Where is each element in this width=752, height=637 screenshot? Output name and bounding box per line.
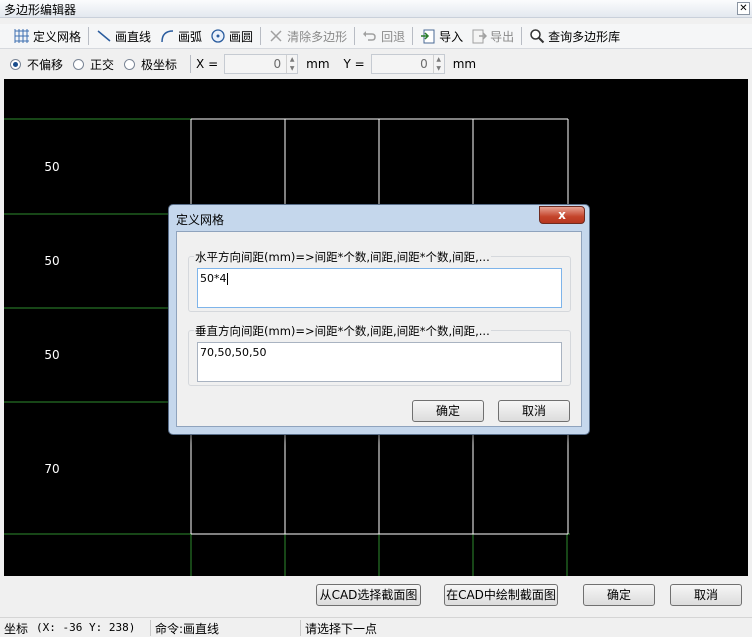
horizontal-spacing-label: 水平方向间距(mm)=>间距*个数,间距,间距*个数,间距,... [194,249,491,265]
define-grid-label: 定义网格 [33,29,82,44]
prompt-status: 请选择下一点 [305,622,378,636]
define-grid-button[interactable]: 定义网格 [10,25,85,47]
toolbar-divider [354,27,356,45]
radio-unselected-icon [73,58,85,70]
search-icon [530,29,545,44]
clear-polygon-button[interactable]: 清除多边形 [264,25,351,47]
y-coordinate-spinner[interactable]: 0 ▲ ▼ [370,54,445,74]
line-icon [97,30,111,42]
coordinate-value: (X: -36 Y: 238) [36,621,136,634]
status-divider [300,620,301,636]
select-from-cad-button[interactable]: 从CAD选择截面图 [316,584,421,606]
mode-no-offset-label: 不偏移 [27,57,64,72]
toolbar-divider [260,27,262,45]
y-label: Y = [343,57,365,71]
draw-arc-label: 画弧 [178,29,203,44]
toolbar-divider [412,27,414,45]
coordinate-label: 坐标 [4,622,29,636]
query-polygon-library-label: 查询多边形库 [548,29,621,44]
circle-icon [211,29,225,43]
mode-polar-label: 极坐标 [141,57,178,72]
draw-circle-button[interactable]: 画圆 [206,25,257,47]
title-bar: 多边形编辑器 ✕ [0,0,752,18]
dialog-title: 定义网格 [176,213,225,227]
window-close-button[interactable]: ✕ [737,2,750,15]
undo-label: 回退 [381,29,406,44]
export-label: 导出 [490,29,515,44]
clear-icon [270,30,282,42]
vertical-spacing-input[interactable]: 70,50,50,50 [197,342,562,382]
dialog-close-button[interactable]: x [539,206,585,224]
window-title: 多边形编辑器 [4,3,77,17]
undo-icon [363,31,376,41]
option-bar: 不偏移 正交 极坐标 X = 0 ▲ ▼ mm Y = 0 ▲ ▼ mm [0,50,752,78]
x-label: X = [196,57,219,71]
dialog-ok-button[interactable]: 确定 [412,400,484,422]
option-divider [190,55,192,73]
x-unit: mm [306,57,330,71]
main-cancel-button[interactable]: 取消 [670,584,742,606]
toolbar: 定义网格 画直线 画弧 画圆 清除多边形 回退 导入 导出 查询多边形库 [0,24,752,49]
import-button[interactable]: 导入 [416,25,467,47]
import-label: 导入 [439,29,464,44]
row-spacing-label: 50 [44,254,59,268]
clear-polygon-label: 清除多边形 [287,29,348,44]
status-divider [150,620,151,636]
mode-polar-radio[interactable]: 极坐标 [124,56,177,73]
draw-arc-button[interactable]: 画弧 [155,25,206,47]
toolbar-divider [521,27,523,45]
export-icon [472,29,488,44]
spinner-arrows-icon[interactable]: ▲ ▼ [432,55,444,73]
radio-selected-icon [10,58,21,70]
dialog-body: 水平方向间距(mm)=>间距*个数,间距,间距*个数,间距,... 50*4 垂… [176,231,582,427]
mode-orthogonal-label: 正交 [90,57,115,72]
dialog-cancel-button[interactable]: 取消 [498,400,570,422]
draw-circle-label: 画圆 [229,29,254,44]
spinner-arrows-icon[interactable]: ▲ ▼ [286,55,297,73]
horizontal-spacing-value: 50*4 [200,272,227,285]
row-spacing-label: 70 [44,462,59,476]
draw-line-label: 画直线 [115,29,152,44]
define-grid-dialog: 定义网格 x 水平方向间距(mm)=>间距*个数,间距,间距*个数,间距,...… [168,204,590,435]
main-ok-button[interactable]: 确定 [583,584,655,606]
y-unit: mm [452,57,477,71]
draw-line-button[interactable]: 画直线 [92,25,155,47]
mode-no-offset-radio[interactable]: 不偏移 [10,56,63,73]
command-status: 命令:画直线 [155,622,220,636]
text-caret [226,273,228,285]
import-icon [421,29,435,44]
undo-button[interactable]: 回退 [358,25,409,47]
draw-in-cad-button[interactable]: 在CAD中绘制截面图 [444,584,558,606]
x-coordinate-value: 0 [273,57,282,71]
bottom-button-bar: 从CAD选择截面图 在CAD中绘制截面图 确定 取消 [0,576,752,616]
export-button[interactable]: 导出 [467,25,518,47]
grid-icon [14,29,29,43]
query-polygon-library-button[interactable]: 查询多边形库 [525,25,624,47]
mode-orthogonal-radio[interactable]: 正交 [73,56,114,73]
row-spacing-label: 50 [44,348,59,362]
x-coordinate-spinner[interactable]: 0 ▲ ▼ [224,54,299,74]
arc-icon [161,30,174,43]
radio-unselected-icon [124,58,136,70]
vertical-spacing-value: 70,50,50,50 [200,346,267,359]
horizontal-spacing-input[interactable]: 50*4 [197,268,562,308]
y-coordinate-value: 0 [420,57,428,71]
row-spacing-label: 50 [44,160,59,174]
toolbar-divider [88,27,90,45]
vertical-spacing-label: 垂直方向间距(mm)=>间距*个数,间距,间距*个数,间距,... [194,323,491,339]
status-bar: 坐标 (X: -36 Y: 238) 命令:画直线 请选择下一点 [0,617,752,637]
